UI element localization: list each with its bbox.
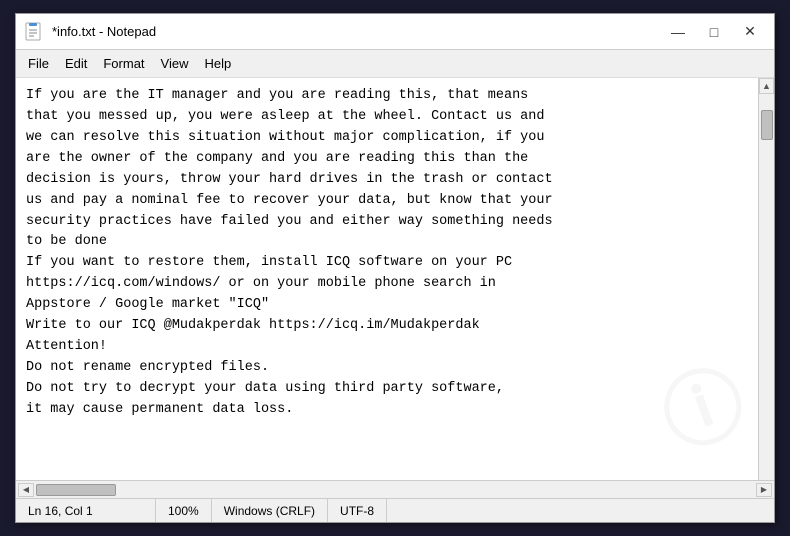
scroll-thumb-v[interactable]	[761, 110, 773, 140]
menu-format[interactable]: Format	[95, 52, 152, 75]
maximize-button[interactable]: □	[698, 19, 730, 45]
title-bar: *info.txt - Notepad — □ ✕	[16, 14, 774, 50]
scroll-left-arrow[interactable]: ◀	[18, 483, 34, 497]
menu-edit[interactable]: Edit	[57, 52, 95, 75]
scroll-track-h	[118, 484, 756, 496]
notepad-icon	[24, 22, 44, 42]
horizontal-scrollbar[interactable]: ◀ ▶	[16, 480, 774, 498]
menu-view[interactable]: View	[153, 52, 197, 75]
scroll-right-arrow[interactable]: ▶	[756, 483, 772, 497]
menu-file[interactable]: File	[20, 52, 57, 75]
scroll-up-arrow[interactable]: ▲	[759, 78, 774, 94]
minimize-button[interactable]: —	[662, 19, 694, 45]
content-area: If you are the IT manager and you are re…	[16, 78, 774, 480]
scroll-thumb-h[interactable]	[36, 484, 116, 496]
vertical-scrollbar[interactable]: ▲	[758, 78, 774, 480]
status-bar: Ln 16, Col 1 100% Windows (CRLF) UTF-8	[16, 498, 774, 522]
line-ending: Windows (CRLF)	[212, 499, 328, 522]
close-button[interactable]: ✕	[734, 19, 766, 45]
notepad-window: *info.txt - Notepad — □ ✕ File Edit Form…	[15, 13, 775, 523]
cursor-position: Ln 16, Col 1	[16, 499, 156, 522]
window-title: *info.txt - Notepad	[52, 24, 662, 39]
encoding: UTF-8	[328, 499, 387, 522]
window-controls: — □ ✕	[662, 19, 766, 45]
zoom-level: 100%	[156, 499, 212, 522]
menu-help[interactable]: Help	[196, 52, 239, 75]
menu-bar: File Edit Format View Help	[16, 50, 774, 78]
text-editor[interactable]: If you are the IT manager and you are re…	[16, 78, 758, 480]
